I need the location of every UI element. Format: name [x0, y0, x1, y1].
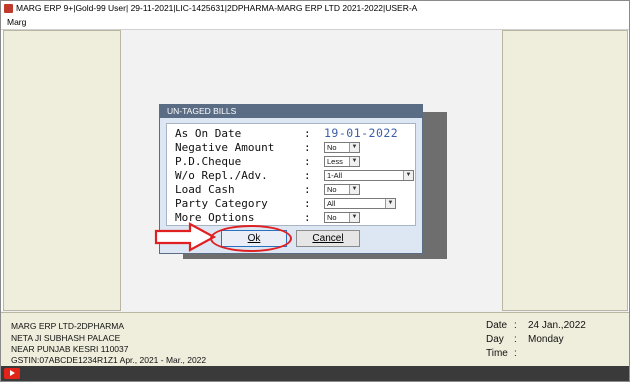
chevron-down-icon[interactable]: ▼ — [349, 213, 359, 222]
negative-amount-select[interactable]: No ▼ — [324, 142, 360, 153]
as-on-date-field[interactable]: 19-01-2022 — [324, 127, 398, 140]
menu-bar: Marg — [1, 16, 629, 30]
day-label: Day — [486, 334, 504, 345]
date-value: 24 Jan.,2022 — [528, 320, 586, 331]
colon: : — [304, 127, 311, 140]
load-cash-select[interactable]: No ▼ — [324, 184, 360, 195]
marg-app-icon — [4, 4, 13, 13]
party-category-value: All — [327, 199, 336, 208]
taskbar — [1, 366, 629, 381]
dialog-form: As On Date : 19-01-2022 Negative Amount … — [166, 123, 416, 226]
as-on-date-label: As On Date — [175, 127, 242, 140]
pd-cheque-value: Less — [327, 157, 343, 166]
play-icon[interactable] — [4, 368, 20, 379]
window-title: MARG ERP 9+|Gold-99 User| 29-11-2021|LIC… — [16, 3, 418, 13]
address-line-1: NETA JI SUBHASH PALACE — [11, 333, 121, 343]
right-side-panel — [502, 30, 628, 311]
pd-cheque-select[interactable]: Less ▼ — [324, 156, 360, 167]
colon: : — [514, 348, 517, 359]
wo-repl-adv-value: 1-All — [327, 171, 343, 180]
chevron-down-icon[interactable]: ▼ — [403, 171, 413, 180]
colon: : — [304, 155, 311, 168]
red-arrow-icon — [154, 222, 216, 252]
gstin-line: GSTIN:07ABCDE1234R1Z1 Apr., 2021 - Mar.,… — [11, 355, 207, 365]
company-name: MARG ERP LTD-2DPHARMA — [11, 321, 125, 331]
app-window: MARG ERP 9+|Gold-99 User| 29-11-2021|LIC… — [0, 0, 630, 382]
chevron-down-icon[interactable]: ▼ — [349, 157, 359, 166]
colon: : — [514, 320, 517, 331]
dialog-title: UN-TAGED BILLS — [160, 105, 422, 118]
colon: : — [514, 334, 517, 345]
load-cash-value: No — [327, 185, 337, 194]
negative-amount-value: No — [327, 143, 337, 152]
negative-amount-label: Negative Amount — [175, 141, 275, 154]
more-options-select[interactable]: No ▼ — [324, 212, 360, 223]
title-bar: MARG ERP 9+|Gold-99 User| 29-11-2021|LIC… — [1, 1, 629, 16]
wo-repl-adv-select[interactable]: 1-All ▼ — [324, 170, 414, 181]
colon: : — [304, 183, 311, 196]
load-cash-label: Load Cash — [175, 183, 235, 196]
cancel-button[interactable]: Cancel — [296, 230, 360, 247]
wo-repl-adv-label: W/o Repl./Adv. — [175, 169, 268, 182]
more-options-value: No — [327, 213, 337, 222]
status-panel: MARG ERP LTD-2DPHARMA NETA JI SUBHASH PA… — [1, 312, 629, 367]
time-label: Time — [486, 348, 508, 359]
day-value: Monday — [528, 334, 564, 345]
colon: : — [304, 211, 311, 224]
menu-item-marg[interactable]: Marg — [7, 16, 26, 29]
colon: : — [304, 169, 311, 182]
chevron-down-icon[interactable]: ▼ — [349, 143, 359, 152]
chevron-down-icon[interactable]: ▼ — [349, 185, 359, 194]
left-side-panel — [3, 30, 121, 311]
colon: : — [304, 197, 311, 210]
date-label: Date — [486, 320, 508, 331]
party-category-label: Party Category — [175, 197, 268, 210]
highlight-ring — [210, 225, 292, 252]
party-category-select[interactable]: All ▼ — [324, 198, 396, 209]
colon: : — [304, 141, 311, 154]
chevron-down-icon[interactable]: ▼ — [385, 199, 395, 208]
address-line-2: NEAR PUNJAB KESRI 110037 — [11, 344, 129, 354]
pd-cheque-label: P.D.Cheque — [175, 155, 242, 168]
